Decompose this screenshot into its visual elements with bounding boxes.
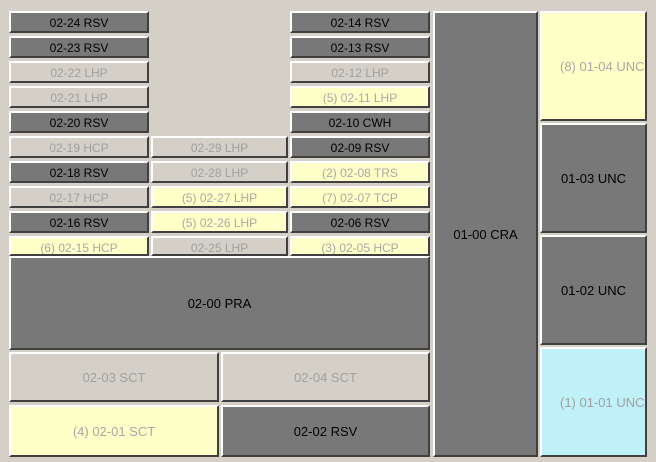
- slot-label: 01-02 UNC: [560, 282, 627, 298]
- slot-label: 02-06 RSV: [330, 216, 390, 230]
- slot-label: (2) 02-08 TRS: [322, 166, 398, 180]
- slot-label: 02-03 SCT: [82, 369, 146, 385]
- slot-02-05[interactable]: (3) 02-05 HCP: [290, 236, 430, 256]
- slot-02-23[interactable]: 02-23 RSV: [9, 36, 149, 58]
- slot-02-02[interactable]: 02-02 RSV: [221, 405, 430, 457]
- slot-label: 02-18 RSV: [49, 166, 109, 180]
- slot-02-00-pra[interactable]: 02-00 PRA: [9, 256, 430, 350]
- slot-label: (3) 02-05 HCP: [321, 241, 399, 255]
- slot-label: (4) 02-01 SCT: [72, 423, 156, 439]
- slot-label: (5) 02-26 LHP: [181, 216, 258, 230]
- slot-02-27[interactable]: (5) 02-27 LHP: [151, 186, 288, 208]
- slot-label: 02-24 RSV: [49, 16, 109, 30]
- slot-label: (8) 01-04 UNC: [560, 58, 645, 74]
- slot-label: 02-04 SCT: [294, 369, 357, 385]
- slot-label: (5) 02-27 LHP: [181, 191, 258, 205]
- slot-01-02[interactable]: 01-02 UNC: [540, 235, 647, 345]
- slot-02-26[interactable]: (5) 02-26 LHP: [151, 211, 288, 233]
- slot-label: 02-23 RSV: [49, 41, 109, 55]
- slot-02-09[interactable]: 02-09 RSV: [290, 136, 430, 158]
- slot-label: 02-14 RSV: [330, 16, 390, 30]
- slot-01-01[interactable]: (1) 01-01 UNC: [540, 347, 647, 457]
- allocation-panel: 02-24 RSV 02-23 RSV 02-22 LHP 02-21 LHP …: [0, 0, 656, 462]
- slot-02-13[interactable]: 02-13 RSV: [290, 36, 430, 58]
- slot-02-04[interactable]: 02-04 SCT: [221, 352, 430, 402]
- slot-02-20[interactable]: 02-20 RSV: [9, 111, 149, 133]
- slot-02-24[interactable]: 02-24 RSV: [9, 11, 149, 33]
- slot-label: 01-00 CRA: [453, 226, 518, 242]
- slot-02-29[interactable]: 02-29 LHP: [151, 136, 288, 158]
- slot-label: 02-13 RSV: [330, 41, 390, 55]
- slot-label: 02-02 RSV: [293, 423, 358, 439]
- slot-label: 02-09 RSV: [330, 141, 390, 155]
- slot-label: 02-20 RSV: [49, 116, 109, 130]
- slot-02-01[interactable]: (4) 02-01 SCT: [9, 405, 219, 457]
- slot-label: 02-28 LHP: [190, 166, 249, 180]
- slot-label: 02-12 LHP: [331, 66, 389, 80]
- slot-label: 02-00 PRA: [187, 295, 252, 311]
- slot-02-07[interactable]: (7) 02-07 TCP: [290, 186, 430, 208]
- slot-label: 02-21 LHP: [50, 91, 108, 105]
- slot-02-25[interactable]: 02-25 LHP: [151, 236, 288, 256]
- slot-label: (6) 02-15 HCP: [40, 241, 118, 255]
- slot-01-03[interactable]: 01-03 UNC: [540, 123, 647, 233]
- slot-02-12[interactable]: 02-12 LHP: [290, 61, 430, 83]
- slot-02-22[interactable]: 02-22 LHP: [9, 61, 149, 83]
- slot-label: 02-16 RSV: [49, 216, 109, 230]
- slot-02-18[interactable]: 02-18 RSV: [9, 161, 149, 183]
- slot-02-10[interactable]: 02-10 CWH: [290, 111, 430, 133]
- slot-label: 01-03 UNC: [560, 170, 627, 186]
- slot-label: 02-29 LHP: [190, 141, 249, 155]
- slot-label: (7) 02-07 TCP: [322, 191, 398, 205]
- slot-02-19[interactable]: 02-19 HCP: [9, 136, 149, 158]
- slot-02-15[interactable]: (6) 02-15 HCP: [9, 236, 149, 256]
- slot-label: 02-17 HCP: [49, 191, 109, 205]
- slot-02-06[interactable]: 02-06 RSV: [290, 211, 430, 233]
- slot-01-00-cra[interactable]: 01-00 CRA: [433, 11, 538, 457]
- slot-02-17[interactable]: 02-17 HCP: [9, 186, 149, 208]
- slot-label: 02-10 CWH: [328, 116, 392, 130]
- slot-02-11[interactable]: (5) 02-11 LHP: [290, 86, 430, 108]
- slot-02-03[interactable]: 02-03 SCT: [9, 352, 219, 402]
- slot-label: (1) 01-01 UNC: [560, 394, 645, 410]
- slot-02-28[interactable]: 02-28 LHP: [151, 161, 288, 183]
- slot-02-14[interactable]: 02-14 RSV: [290, 11, 430, 33]
- slot-label: 02-25 LHP: [190, 241, 249, 255]
- slot-02-08[interactable]: (2) 02-08 TRS: [290, 161, 430, 183]
- slot-label: (5) 02-11 LHP: [322, 91, 398, 105]
- slot-label: 02-22 LHP: [50, 66, 108, 80]
- slot-01-04[interactable]: (8) 01-04 UNC: [540, 11, 647, 121]
- slot-02-21[interactable]: 02-21 LHP: [9, 86, 149, 108]
- slot-label: 02-19 HCP: [49, 141, 109, 155]
- slot-02-16[interactable]: 02-16 RSV: [9, 211, 149, 233]
